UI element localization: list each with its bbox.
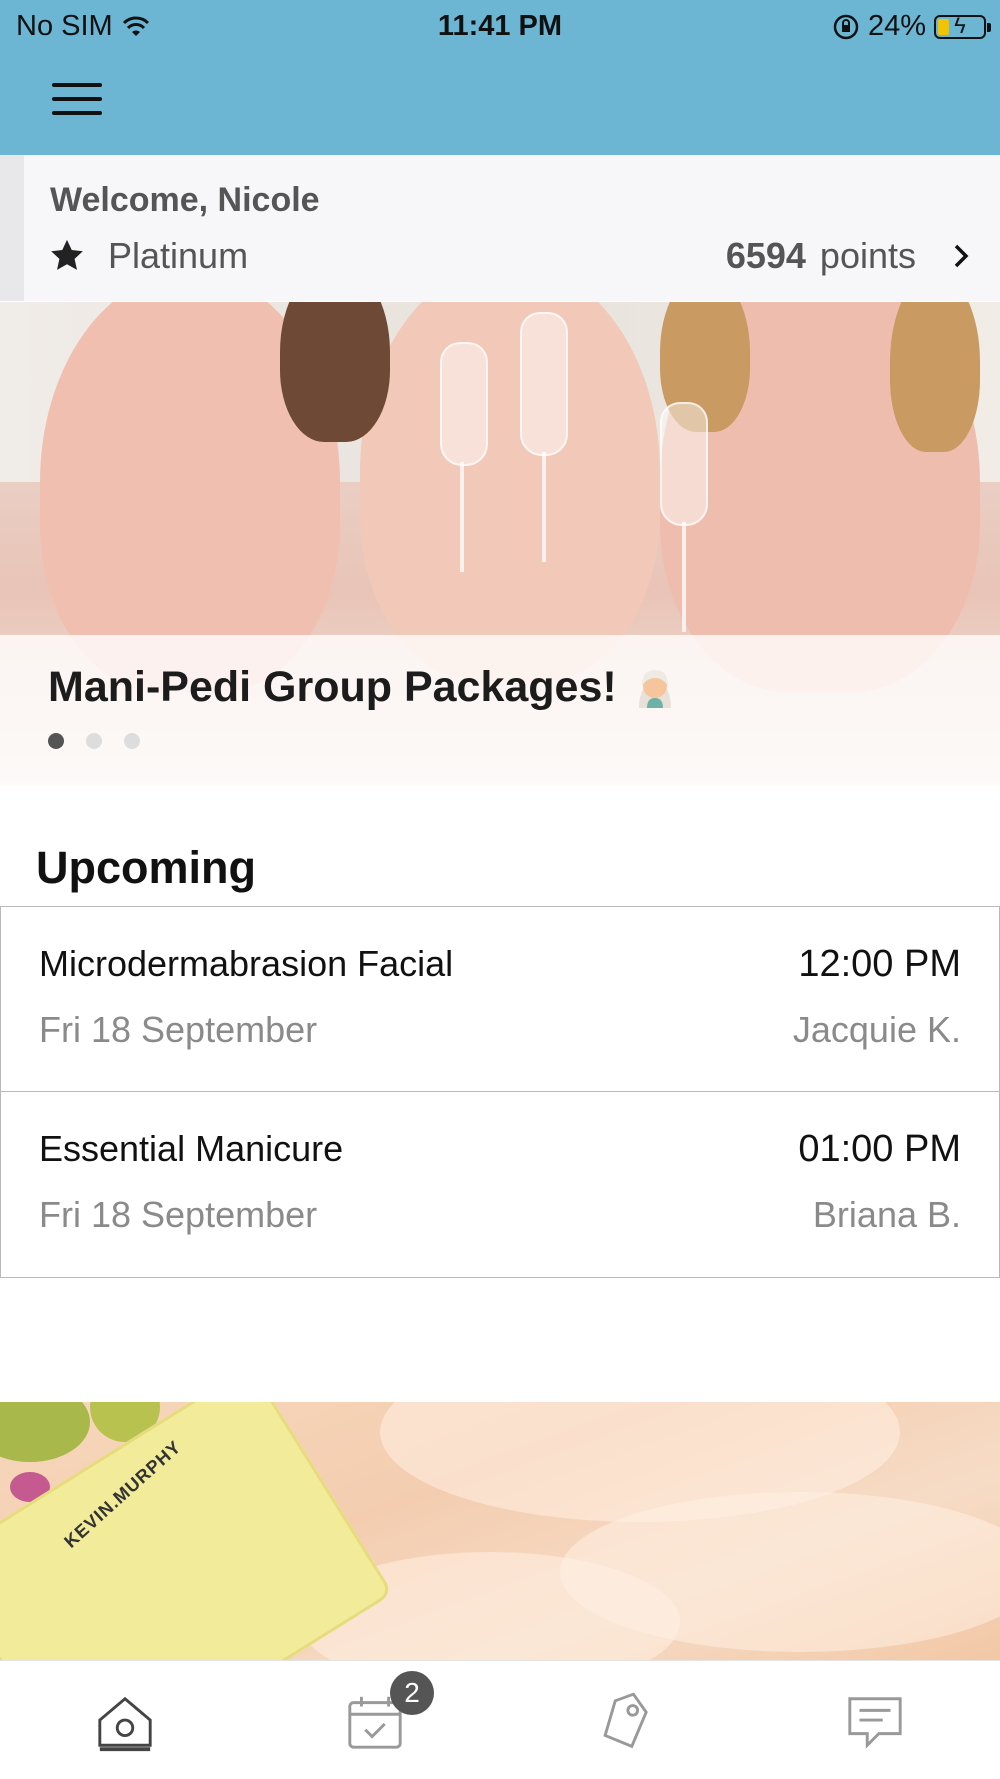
banner-photo-glass — [520, 312, 568, 456]
hamburger-menu-icon[interactable] — [52, 83, 102, 123]
promo-banner[interactable]: Mani-Pedi Group Packages! — [0, 302, 1000, 785]
banner-photo-hair — [280, 302, 390, 442]
flower-leaf — [0, 1402, 90, 1462]
appointment-service: Microdermabrasion Facial — [39, 943, 454, 984]
points-label: points — [819, 235, 916, 276]
appointment-staff: Jacquie K. — [792, 1009, 961, 1050]
appointment-time: 01:00 PM — [798, 1128, 961, 1170]
battery-percent: 24% — [867, 10, 926, 42]
star-icon — [51, 239, 83, 270]
carousel-dots — [48, 733, 140, 749]
status-right: 24% ϟ — [832, 10, 991, 43]
appointment-item[interactable]: Microdermabrasion Facial Fri 18 Septembe… — [0, 906, 1000, 1092]
tier-label: Platinum — [108, 235, 249, 276]
promo-image[interactable]: KEVIN.MURPHY — [0, 1402, 1000, 1660]
woman-with-headscarf-emoji — [638, 669, 671, 708]
tab-offers[interactable] — [594, 1691, 664, 1761]
welcome-title: Welcome, Nicole — [50, 181, 320, 219]
tab-messages[interactable] — [844, 1691, 914, 1761]
banner-caption: Mani-Pedi Group Packages! — [0, 635, 1000, 785]
tag-icon — [603, 1692, 648, 1749]
upcoming-title: Upcoming — [36, 842, 256, 893]
charging-bolt-icon: ϟ — [954, 12, 966, 38]
chat-icon — [848, 1697, 902, 1749]
battery-icon: ϟ — [934, 13, 991, 39]
banner-photo-glass-stem — [682, 522, 686, 632]
banner-photo-glass-stem — [460, 462, 464, 572]
appointments-badge: 2 — [390, 1671, 434, 1715]
banner-title-text: Mani-Pedi Group Packages! — [48, 663, 617, 711]
appointment-service: Essential Manicure — [39, 1128, 344, 1169]
appointment-date: Fri 18 September — [39, 1009, 318, 1050]
banner-photo-glass — [440, 342, 488, 466]
orientation-lock-icon — [833, 14, 859, 39]
carousel-dot[interactable] — [124, 733, 140, 749]
appointment-time: 12:00 PM — [798, 943, 961, 985]
tab-home[interactable] — [94, 1691, 164, 1761]
banner-photo-glass — [660, 402, 708, 526]
appointment-staff: Briana B. — [812, 1194, 961, 1235]
appointment-list: Microdermabrasion Facial Fri 18 Septembe… — [0, 906, 1000, 1278]
chevron-right-icon — [954, 244, 969, 268]
header-bar: No SIM 11:41 PM 24% ϟ — [0, 0, 1000, 155]
carousel-dot[interactable] — [48, 733, 64, 749]
tab-bar: 2 — [0, 1660, 1000, 1779]
banner-photo-hair — [890, 302, 980, 452]
tier-row: Platinum — [48, 235, 248, 277]
banner-title: Mani-Pedi Group Packages! — [48, 663, 679, 712]
home-icon — [98, 1696, 152, 1752]
points-link[interactable]: 6594 points — [726, 235, 974, 277]
welcome-card[interactable]: Welcome, Nicole Platinum 6594 points — [24, 155, 1000, 301]
appointment-date: Fri 18 September — [39, 1194, 318, 1235]
points-value: 6594 — [725, 235, 806, 276]
welcome-left-strip — [0, 155, 24, 301]
banner-photo-glass-stem — [542, 452, 546, 562]
appointment-item[interactable]: Essential Manicure Fri 18 September 01:0… — [0, 1092, 1000, 1278]
banner-photo-person — [360, 302, 660, 682]
carousel-dot[interactable] — [86, 733, 102, 749]
